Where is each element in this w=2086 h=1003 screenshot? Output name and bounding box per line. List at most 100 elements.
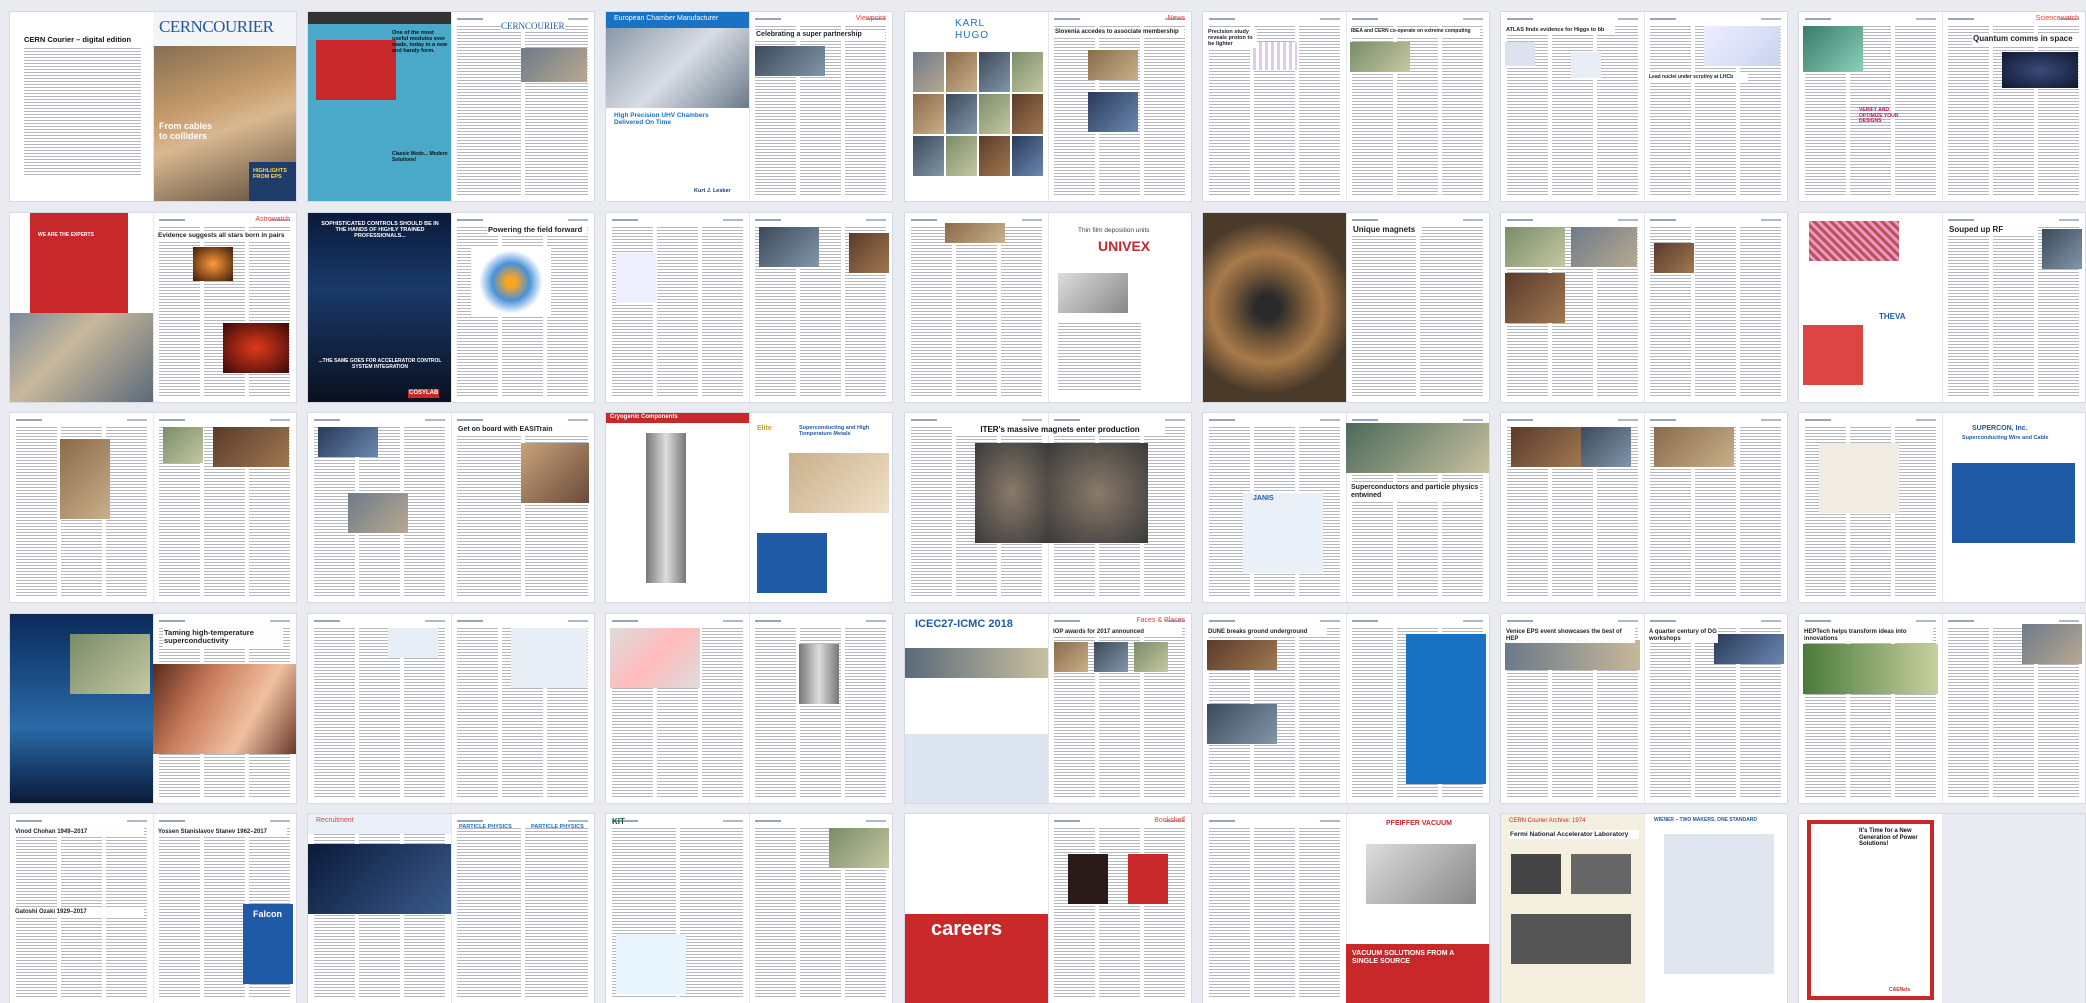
spread-r3-c3[interactable]: Cryogenic Components Elite Superconducting… (606, 413, 892, 602)
cover-side: HIGHLIGHTS FROM EPS (253, 168, 287, 181)
spread-r1-c6[interactable]: ATLAS finds evidence for Higgs to bb Lead… (1501, 12, 1787, 201)
figure (2002, 52, 2078, 88)
page-right (1644, 413, 1787, 602)
page-right: Astrowatch Evidence suggests all stars bo… (153, 213, 296, 402)
text-columns (1058, 323, 1141, 392)
text-column (702, 227, 743, 396)
text-column (1299, 628, 1340, 797)
archive-photo (1511, 854, 1561, 894)
photo (829, 828, 889, 868)
page-header (612, 618, 743, 626)
spread-r1-c2[interactable]: One of the most useful modules ever made… (308, 12, 594, 201)
gallery-photo (979, 94, 1010, 134)
spread-r3-c5[interactable]: JANIS Superconductors and particle physic… (1203, 413, 1489, 602)
text-column (1254, 828, 1295, 997)
spread-r2-c7[interactable]: THEVA Souped up RF (1799, 213, 2085, 402)
spread-r2-c2[interactable]: SOPHISTICATED CONTROLS SHOULD BE IN THE … (308, 213, 594, 402)
figure (1803, 26, 1863, 72)
spread-r4-c4[interactable]: ICEC27-ICMC 2018 Faces & Places IOP awards… (905, 614, 1191, 803)
text-column (159, 828, 200, 997)
spread-r5-c4[interactable]: careers Bookshelf (905, 814, 1191, 1003)
spread-r1-c5[interactable]: Precision study reveals proton to be lig… (1203, 12, 1489, 201)
gallery-photo (1012, 52, 1043, 92)
page-right: Unique magnets (1346, 213, 1489, 402)
page-left: SOPHISTICATED CONTROLS SHOULD BE IN THE … (308, 213, 451, 402)
page-right: SUPERCON, Inc. Superconducting Wire and C… (1942, 413, 2085, 602)
photo (1581, 427, 1631, 467)
spread-r3-c6[interactable] (1501, 413, 1787, 602)
text-column (679, 828, 743, 997)
page-left (1203, 213, 1346, 402)
page-header (1507, 618, 1638, 626)
archive-photo (1571, 854, 1631, 894)
spread-r5-c7[interactable]: It's Time for a New Generation of Power … (1799, 814, 2085, 1003)
photo (1511, 427, 1581, 467)
spread-r5-c6[interactable]: CERN Courier Archive: 1974 Fermi National… (1501, 814, 1787, 1003)
portrait (1054, 642, 1088, 672)
text-column (1597, 26, 1638, 195)
page-header (911, 417, 1042, 425)
page-header (16, 818, 147, 826)
text-column (24, 48, 141, 177)
spread-r1-c1[interactable]: CERN Courier – digital edition CERNCOURIE… (10, 12, 296, 201)
gallery-photo (946, 52, 977, 92)
photo (1207, 704, 1277, 744)
ad-tagline: Classic Mode... Modern Solutions! (392, 151, 448, 163)
text-column (1209, 26, 1250, 195)
text-column (1144, 26, 1185, 195)
archive-label: CERN Courier Archive: 1974 (1509, 818, 1586, 824)
headline: Lead nuclei under scrutiny at LHCb (1648, 74, 1748, 82)
spread-r2-c3[interactable] (606, 213, 892, 402)
spread-r4-c1[interactable]: Taming high-temperature superconductivit… (10, 614, 296, 803)
spread-r3-c1[interactable] (10, 413, 296, 602)
archive-photo (1511, 914, 1631, 964)
spread-r5-c1[interactable]: Vinod Chohan 1949–2017 Gatoshi Ozaki 1929… (10, 814, 296, 1003)
gallery-photo (1012, 136, 1043, 176)
star-photo (193, 247, 233, 281)
spread-r1-c3[interactable]: European Chamber Manufacturer High Precis… (606, 12, 892, 201)
plot (388, 628, 438, 658)
campus-photo (905, 648, 1048, 678)
spread-r2-c6[interactable] (1501, 213, 1787, 402)
spread-r5-c3[interactable]: KIT (606, 814, 892, 1003)
spread-r4-c2[interactable] (308, 614, 594, 803)
contents-masthead: CERNCOURIER (501, 21, 565, 32)
page-left: CERN Courier – digital edition (10, 12, 153, 201)
text-column (1001, 227, 1042, 396)
spread-r4-c5[interactable]: DUNE breaks ground underground (1203, 614, 1489, 803)
photo (521, 48, 587, 82)
spread-r1-c4[interactable]: KARL HUGO News Slovenia accedes to associat… (905, 12, 1191, 201)
text-columns (24, 48, 141, 177)
spread-r5-c5[interactable]: PFEIFFER VACUUM VACUUM SOLUTIONS FROM A S… (1203, 814, 1489, 1003)
page-right (1942, 614, 2085, 803)
spread-r4-c6[interactable]: Venice EPS event showcases the best of H… (1501, 614, 1787, 803)
page-right: Faces & Places IOP awards for 2017 announ… (1048, 614, 1191, 803)
text-column (457, 828, 521, 997)
photo (755, 46, 825, 76)
figure (1819, 443, 1899, 513)
text-columns (457, 828, 588, 997)
spread-r3-c7[interactable]: SUPERCON, Inc. Superconducting Wire and C… (1799, 413, 2085, 602)
cover-headline: From cables to colliders (159, 121, 213, 141)
page-header (755, 217, 886, 225)
ad-headline: One of the most useful modules ever made… (392, 30, 448, 55)
page-left (10, 614, 153, 803)
spread-r4-c3[interactable] (606, 614, 892, 803)
spread-r5-c2[interactable]: Recruitment PARTICLE PHYSICS PARTICLE PHYS… (308, 814, 594, 1003)
edition-title: CERN Courier – digital edition (24, 35, 132, 44)
page-left: Vinod Chohan 1949–2017 Gatoshi Ozaki 1929… (10, 814, 153, 1003)
text-column (845, 628, 886, 797)
spread-r3-c4[interactable]: ITER's massive magnets enter production (905, 413, 1191, 602)
spread-r1-c7[interactable]: VERIFY AND OPTIMIZE YOUR DESIGNS Sciencew… (1799, 12, 2085, 201)
spread-r2-c5[interactable]: Unique magnets (1203, 213, 1489, 402)
spread-r2-c4[interactable]: Thin film deposition units UNIVEX (905, 213, 1191, 402)
page-left: Venice EPS event showcases the best of H… (1501, 614, 1644, 803)
spread-r3-c2[interactable]: Get on board with EASITrain (308, 413, 594, 602)
magnet-photo (975, 443, 1048, 543)
text-column (314, 628, 355, 797)
spread-r4-c7[interactable]: HEPTech helps transform ideas into innov… (1799, 614, 2085, 803)
page-left: DUNE breaks ground underground (1203, 614, 1346, 803)
conference-title: ICEC27-ICMC 2018 (915, 618, 1013, 630)
spread-r2-c1[interactable]: WE ARE THE EXPERTS Astrowatch Evidence sug… (10, 213, 296, 402)
ad-banner-text: European Chamber Manufacturer (614, 15, 719, 22)
